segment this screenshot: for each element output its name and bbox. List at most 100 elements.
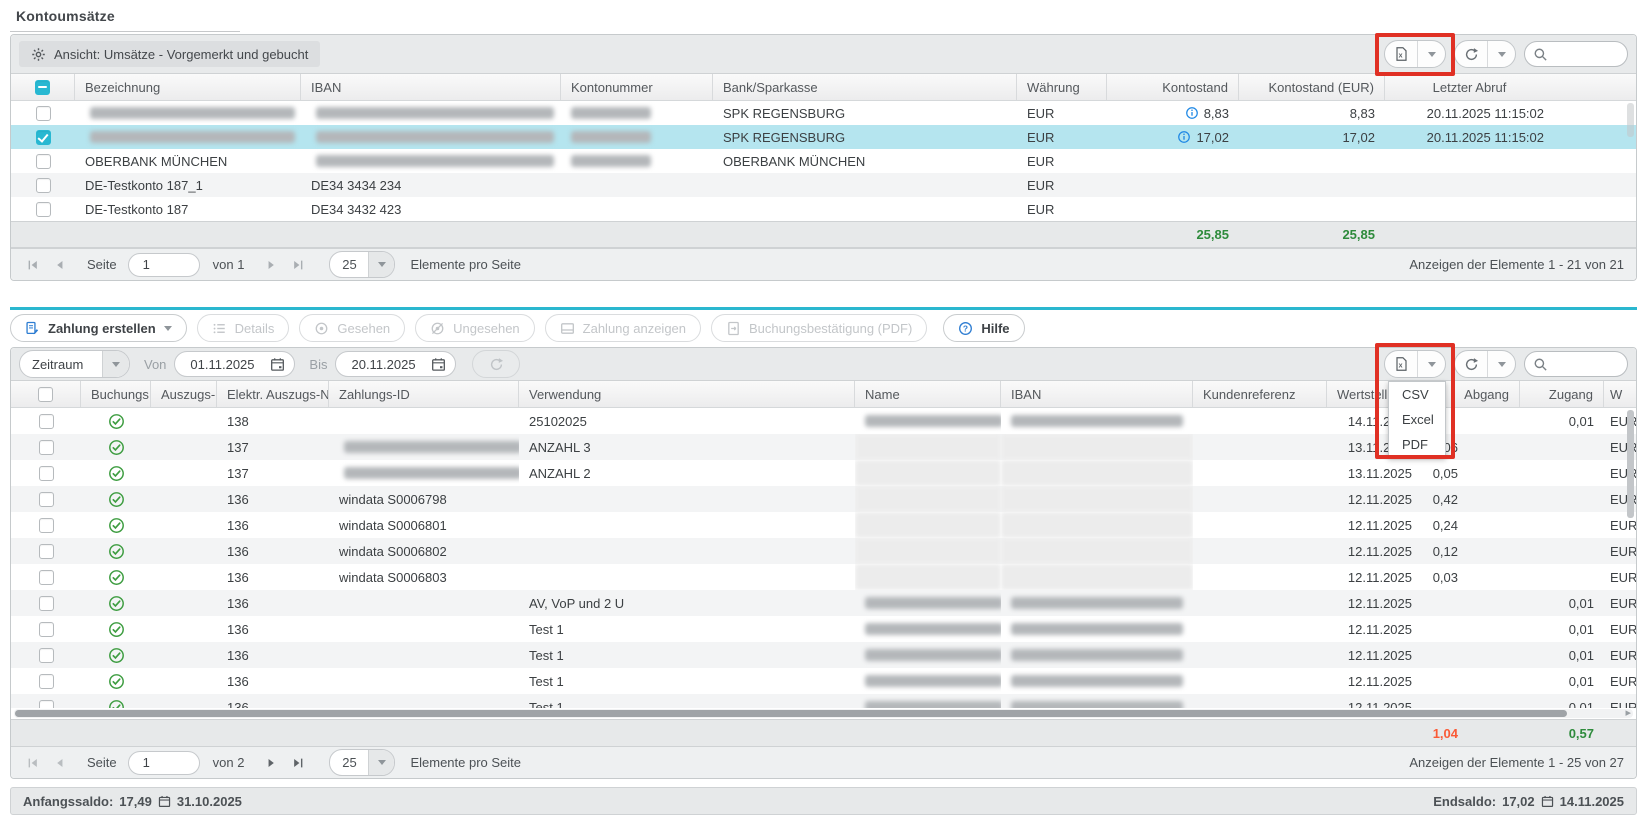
zeitraum-select[interactable]: Zeitraum — [19, 350, 130, 378]
gesehen-button[interactable]: Gesehen — [299, 314, 405, 342]
txn-select-all-checkbox[interactable] — [38, 387, 53, 402]
row-checkbox[interactable] — [39, 492, 54, 507]
cell-waehrung: EUR — [1604, 408, 1636, 434]
row-checkbox[interactable] — [39, 466, 54, 481]
export-menu-item-pdf[interactable]: PDF — [1389, 432, 1445, 457]
search-input[interactable] — [1553, 46, 1627, 63]
next-page-button[interactable] — [261, 756, 281, 770]
transaction-row[interactable]: 136 Test 1 12.11.2025 0,01 EUR — [11, 642, 1636, 668]
row-checkbox[interactable] — [39, 440, 54, 455]
search-input[interactable] — [1553, 356, 1627, 373]
col-waehrung[interactable]: W — [1604, 381, 1636, 407]
export-dropdown-button[interactable] — [1417, 351, 1445, 377]
account-row[interactable]: DE-Testkonto 187_1 DE34 3434 234 EUR — [11, 173, 1636, 197]
details-button[interactable]: Details — [197, 314, 290, 342]
export-menu-item-csv[interactable]: CSV — [1389, 382, 1445, 407]
export-dropdown-button[interactable] — [1417, 41, 1445, 67]
page-input[interactable] — [128, 751, 200, 775]
refresh-button[interactable] — [1455, 351, 1487, 377]
row-checkbox[interactable] — [39, 648, 54, 663]
first-page-button[interactable] — [23, 258, 43, 272]
export-button[interactable]: x — [1385, 351, 1417, 377]
col-kundenreferenz[interactable]: Kundenreferenz — [1193, 381, 1327, 407]
row-checkbox[interactable] — [39, 596, 54, 611]
zahlung-erstellen-button[interactable]: Zahlung erstellen — [10, 314, 187, 342]
cell-verwendung: 25102025 — [519, 408, 855, 434]
row-checkbox[interactable] — [39, 570, 54, 585]
transaction-row[interactable]: 136 windata S0006798 12.11.2025 0,42 EUR — [11, 486, 1636, 512]
refresh-dropdown-button[interactable] — [1487, 41, 1515, 67]
col-bezeichnung[interactable]: Bezeichnung — [75, 74, 301, 100]
transaction-row[interactable]: 136 windata S0006801 12.11.2025 0,24 EUR — [11, 512, 1636, 538]
col-auszugs[interactable]: Auszugs-... — [151, 381, 217, 407]
buchungsbestaetigung-pdf-button[interactable]: Buchungsbestätigung (PDF) — [711, 314, 927, 342]
cell-buchungs-status — [81, 434, 151, 460]
next-page-button[interactable] — [261, 258, 281, 272]
zahlung-anzeigen-button[interactable]: Zahlung anzeigen — [545, 314, 701, 342]
cell-abgang: 0,42 — [1422, 486, 1520, 512]
last-page-button[interactable] — [288, 756, 308, 770]
horizontal-scrollbar-thumb[interactable] — [15, 710, 1567, 717]
col-bank-sparkasse[interactable]: Bank/Sparkasse — [713, 74, 1017, 100]
row-checkbox[interactable] — [39, 674, 54, 689]
col-letzter-abruf[interactable]: Letzter Abruf — [1385, 74, 1636, 100]
filter-refresh-button-disabled[interactable] — [472, 350, 520, 378]
export-button[interactable]: x — [1385, 41, 1417, 67]
row-checkbox[interactable] — [39, 544, 54, 559]
col-waehrung[interactable]: Währung — [1017, 74, 1107, 100]
horizontal-scrollbar[interactable]: ▸ — [14, 709, 1633, 718]
col-kontonummer[interactable]: Kontonummer — [561, 74, 713, 100]
select-all-checkbox[interactable] — [35, 80, 50, 95]
col-iban[interactable]: IBAN — [1001, 381, 1193, 407]
transaction-row[interactable]: 136 windata S0006802 12.11.2025 0,12 EUR — [11, 538, 1636, 564]
calendar-icon[interactable] — [431, 357, 446, 372]
row-checkbox[interactable] — [39, 700, 54, 709]
page-size-select[interactable]: 25 — [329, 251, 395, 278]
page-size-select[interactable]: 25 — [329, 749, 395, 776]
date-to-input[interactable] — [349, 356, 425, 373]
hilfe-button[interactable]: ? Hilfe — [943, 314, 1024, 342]
chevron-down-icon — [378, 760, 386, 765]
col-kontostand[interactable]: Kontostand — [1107, 74, 1239, 100]
account-row[interactable]: SPK REGENSBURG EUR 17,02 17,02 20.11.202… — [11, 125, 1636, 149]
row-checkbox[interactable] — [39, 622, 54, 637]
col-name[interactable]: Name — [855, 381, 1001, 407]
transaction-row[interactable]: 136 Test 1 12.11.2025 0,01 EUR — [11, 694, 1636, 708]
transaction-row[interactable]: 137 ANZAHL 2 13.11.2025 0,05 EUR — [11, 460, 1636, 486]
account-row[interactable]: OBERBANK MÜNCHEN OBERBANK MÜNCHEN EUR — [11, 149, 1636, 173]
previous-page-button[interactable] — [50, 756, 70, 770]
cell-iban — [1001, 512, 1193, 538]
export-menu-item-excel[interactable]: Excel — [1389, 407, 1445, 432]
anfangssaldo-label: Anfangssaldo: — [23, 794, 113, 809]
date-from-input[interactable] — [188, 356, 264, 373]
account-row[interactable]: SPK REGENSBURG EUR 8,83 8,83 20.11.2025 … — [11, 101, 1636, 125]
col-elektr-auszugs-nr[interactable]: Elektr. Auszugs-Nr. — [217, 381, 329, 407]
info-icon[interactable] — [1185, 106, 1199, 120]
row-checkbox[interactable] — [39, 518, 54, 533]
col-zahlungs-id[interactable]: Zahlungs-ID — [329, 381, 519, 407]
cell-buchungs-status — [81, 616, 151, 642]
previous-page-button[interactable] — [50, 258, 70, 272]
view-settings-button[interactable]: Ansicht: Umsätze - Vorgemerkt und gebuch… — [19, 41, 320, 67]
account-row[interactable]: DE-Testkonto 187 DE34 3432 423 EUR — [11, 197, 1636, 221]
col-zugang[interactable]: Zugang — [1520, 381, 1604, 407]
page-input[interactable] — [128, 253, 200, 277]
scroll-right-arrow-icon[interactable]: ▸ — [1625, 706, 1631, 719]
first-page-button[interactable] — [23, 756, 43, 770]
calendar-icon[interactable] — [270, 357, 285, 372]
transaction-row[interactable]: 136 AV, VoP und 2 U 12.11.2025 0,01 EUR — [11, 590, 1636, 616]
transaction-row[interactable]: 136 Test 1 12.11.2025 0,01 EUR — [11, 616, 1636, 642]
col-iban[interactable]: IBAN — [301, 74, 561, 100]
transaction-row[interactable]: 136 windata S0006803 12.11.2025 0,03 EUR — [11, 564, 1636, 590]
info-icon[interactable] — [1177, 130, 1191, 144]
col-buchungs[interactable]: Buchungs... — [81, 381, 151, 407]
transaction-row[interactable]: 136 Test 1 12.11.2025 0,01 EUR — [11, 668, 1636, 694]
col-verwendung[interactable]: Verwendung — [519, 381, 855, 407]
refresh-button[interactable] — [1455, 41, 1487, 67]
col-kontostand-eur[interactable]: Kontostand (EUR) — [1239, 74, 1385, 100]
cell-kontonummer — [561, 125, 713, 149]
row-checkbox[interactable] — [39, 414, 54, 429]
ungesehen-button[interactable]: Ungesehen — [415, 314, 535, 342]
last-page-button[interactable] — [288, 258, 308, 272]
refresh-dropdown-button[interactable] — [1487, 351, 1515, 377]
